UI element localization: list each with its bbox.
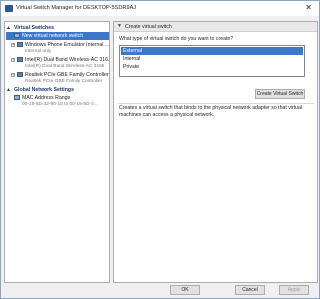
tree-item-detail: Intel(R) Dual Band Wireless-AC 3165 <box>25 64 105 69</box>
details-panel: ▼ Create virtual switch What type of vir… <box>113 21 318 283</box>
window-title: Virtual Switch Manager for DESKTOP-5SDR9… <box>16 5 137 11</box>
app-icon <box>5 5 13 12</box>
ok-button[interactable]: OK <box>170 285 200 295</box>
network-switch-icon <box>17 42 23 47</box>
details-header-title: Create virtual switch <box>125 24 172 30</box>
switch-type-option[interactable]: External <box>121 47 303 55</box>
tree-item-label: New virtual network switch <box>22 33 84 39</box>
apply-button[interactable]: Apply <box>279 285 309 295</box>
section-global-network-settings[interactable]: ▲ Global Network Settings <box>6 86 109 94</box>
title-bar: Virtual Switch Manager for DESKTOP-5SDR9… <box>1 1 319 16</box>
details-header: ▼ Create virtual switch <box>114 22 317 32</box>
section-virtual-switches[interactable]: ▲ Virtual Switches <box>6 24 109 32</box>
network-switch-icon <box>17 72 23 77</box>
section-global-label: Global Network Settings <box>14 87 74 93</box>
expand-icon[interactable]: + <box>11 73 15 77</box>
expand-icon[interactable]: + <box>11 43 15 47</box>
section-virtual-switches-label: Virtual Switches <box>14 25 54 31</box>
mac-address-icon <box>14 95 20 100</box>
tree-item-detail: Internal only <box>25 49 52 54</box>
collapse-icon: ▲ <box>6 25 11 31</box>
network-switch-icon <box>17 57 23 62</box>
tree-item-switch[interactable]: + Windows Phone Emulator Internal ... <box>6 41 109 49</box>
divider <box>118 103 314 104</box>
switch-type-option[interactable]: Internal <box>121 55 303 63</box>
create-virtual-switch-button[interactable]: Create Virtual Switch <box>255 89 305 99</box>
switch-type-option[interactable]: Private <box>121 63 303 71</box>
cancel-button[interactable]: Cancel <box>235 285 265 295</box>
network-switch-icon <box>14 33 20 38</box>
tree-item-detail: 00-15-5D-32-90-15 to 00-15-5D-3... <box>22 102 98 107</box>
switch-type-question: What type of virtual switch do you want … <box>119 36 234 42</box>
tree-item-new-switch[interactable]: New virtual network switch <box>6 32 109 40</box>
switch-type-description: Creates a virtual switch that binds to t… <box>119 105 303 118</box>
virtual-switch-manager-window: Virtual Switch Manager for DESKTOP-5SDR9… <box>0 0 320 299</box>
switch-tree-panel: ▲ Virtual Switches New virtual network sw… <box>4 21 110 283</box>
tree-item-detail: Realtek PCIe GBE Family Controller <box>25 79 103 84</box>
expand-icon[interactable]: + <box>11 58 15 62</box>
close-icon[interactable]: ✕ <box>305 4 312 12</box>
collapse-icon: ▲ <box>6 87 11 93</box>
switch-type-listbox[interactable]: External Internal Private <box>119 45 305 77</box>
collapse-icon[interactable]: ▼ <box>117 23 122 29</box>
